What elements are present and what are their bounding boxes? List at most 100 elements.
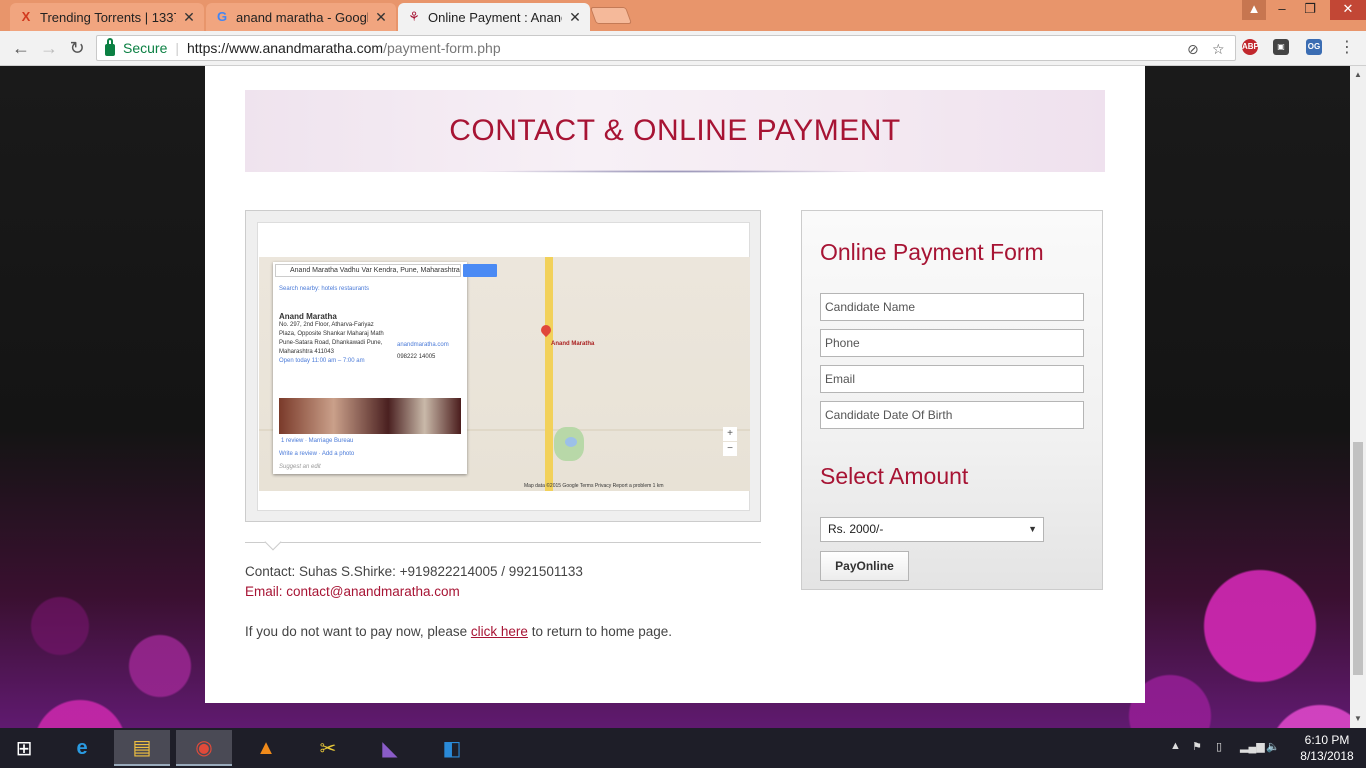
blocked-popup-icon[interactable]: ⊘: [1187, 41, 1199, 58]
map-zoom-out-icon[interactable]: −: [723, 442, 737, 456]
vlc-icon[interactable]: ▲: [238, 730, 294, 766]
map-review-link[interactable]: 1 review · Marriage Bureau: [281, 438, 353, 444]
map-attribution: Map data ©2015 Google Terms Privacy Repo…: [524, 483, 664, 489]
back-icon[interactable]: ←: [10, 37, 32, 59]
tab-online-payment[interactable]: ⚘ Online Payment : Anand M ✕: [398, 3, 590, 31]
url-separator: |: [175, 40, 179, 56]
tab-trending-torrents[interactable]: X Trending Torrents | 1337x ✕: [10, 3, 204, 31]
tools-icon[interactable]: ✂: [300, 730, 356, 766]
date-of-birth-input[interactable]: [820, 401, 1084, 429]
secure-label: Secure: [123, 40, 168, 56]
email-input[interactable]: [820, 365, 1084, 393]
show-hidden-icons-icon[interactable]: ▲: [1170, 740, 1181, 752]
divider-notch: [264, 533, 282, 551]
browser-toolbar: ← → ↻ Secure | https://www.anandmaratha.…: [0, 31, 1366, 66]
map-place-website[interactable]: anandmaratha.com: [397, 342, 449, 348]
window-close-icon[interactable]: ✕: [1330, 0, 1366, 20]
address-bar[interactable]: Secure | https://www.anandmaratha.com /p…: [96, 35, 1236, 61]
page-scrollbar[interactable]: ▲ ▼: [1350, 66, 1366, 728]
url-host: https://www.anandmaratha.com: [187, 40, 384, 56]
contact-email-line[interactable]: Email: contact@anandmaratha.com: [245, 584, 460, 599]
amount-selected-value: Rs. 2000/-: [828, 522, 884, 536]
device-icon[interactable]: ▯: [1216, 740, 1222, 753]
clock-time: 6:10 PM: [1304, 733, 1350, 747]
browser-tab-bar: X Trending Torrents | 1337x ✕ G anand ma…: [0, 0, 1366, 31]
extension-cast-icon[interactable]: ▣: [1273, 39, 1289, 55]
profile-icon[interactable]: ▲: [1242, 0, 1266, 20]
map-search-button[interactable]: [463, 264, 497, 277]
restore-icon[interactable]: ❐: [1296, 0, 1324, 20]
google-icon: G: [216, 9, 228, 24]
minimize-icon[interactable]: –: [1268, 0, 1296, 20]
amount-select[interactable]: Rs. 2000/- ▼: [820, 517, 1044, 542]
candidate-name-input[interactable]: [820, 293, 1084, 321]
lock-icon: [105, 38, 115, 56]
select-amount-title: Select Amount: [820, 463, 969, 489]
scroll-thumb[interactable]: [1353, 442, 1363, 675]
dropdown-caret-icon: ▼: [1028, 524, 1037, 534]
visual-studio-icon[interactable]: ◣: [362, 730, 418, 766]
return-text-before: If you do not want to pay now, please: [245, 624, 471, 639]
og-extension-icon[interactable]: OG: [1306, 39, 1322, 55]
map-place-card: Anand Maratha Vadhu Var Kendra, Pune, Ma…: [273, 262, 497, 474]
return-home-link[interactable]: click here: [471, 624, 528, 639]
page-viewport: CONTACT & ONLINE PAYMENT Anand Maratha V…: [0, 66, 1350, 728]
map-suggest-edit[interactable]: Suggest an edit: [279, 464, 321, 470]
clock-date: 8/13/2018: [1300, 749, 1354, 763]
contact-phone-line: Contact: Suhas S.Shirke: +919822214005 /…: [245, 564, 583, 579]
map-embed[interactable]: Anand Maratha Vadhu Var Kendra, Pune, Ma…: [257, 222, 750, 511]
new-tab-button[interactable]: [589, 7, 633, 24]
payment-form-title: Online Payment Form: [820, 239, 1044, 265]
file-explorer-icon[interactable]: ▤: [114, 730, 170, 766]
bookmark-star-icon[interactable]: ☆: [1212, 41, 1225, 58]
page-banner: CONTACT & ONLINE PAYMENT: [245, 90, 1105, 172]
action-center-icon[interactable]: ⚑: [1192, 740, 1202, 753]
windows-start-icon[interactable]: ⊞: [0, 730, 48, 766]
internet-explorer-icon[interactable]: e: [54, 730, 110, 766]
close-icon[interactable]: ✕: [374, 9, 388, 26]
return-text-after: to return to home page.: [527, 624, 673, 639]
map-zoom-in-icon[interactable]: +: [723, 427, 737, 441]
scroll-down-icon[interactable]: ▼: [1353, 714, 1363, 723]
map-frame: Anand Maratha Vadhu Var Kendra, Pune, Ma…: [245, 210, 761, 522]
network-signal-icon[interactable]: ▂▄▆: [1240, 740, 1265, 753]
vscode-icon[interactable]: ◧: [424, 730, 480, 766]
url-path: /payment-form.php: [383, 40, 501, 56]
payment-form: Online Payment Form Select Amount Rs. 20…: [801, 210, 1103, 590]
site-logo-icon: ⚘: [408, 9, 420, 24]
adblock-icon[interactable]: ABP: [1242, 39, 1259, 55]
map-search-input[interactable]: Anand Maratha Vadhu Var Kendra, Pune, Ma…: [275, 264, 461, 277]
banner-underline: [475, 170, 875, 173]
volume-icon[interactable]: 🔈: [1266, 740, 1280, 753]
google-map[interactable]: Anand Maratha Vadhu Var Kendra, Pune, Ma…: [259, 257, 750, 491]
map-pin-icon[interactable]: [538, 322, 554, 338]
tab-title: Trending Torrents | 1337x: [40, 9, 176, 25]
map-photos-strip[interactable]: [279, 398, 461, 434]
map-lake-area: [565, 437, 577, 447]
menu-icon[interactable]: ⋮: [1336, 37, 1358, 59]
pay-online-button[interactable]: PayOnline: [820, 551, 909, 581]
system-clock[interactable]: 6:10 PM 8/13/2018: [1294, 732, 1360, 764]
close-icon[interactable]: ✕: [568, 9, 582, 26]
reload-icon[interactable]: ↻: [66, 37, 88, 59]
return-home-line: If you do not want to pay now, please cl…: [245, 624, 672, 639]
map-search-nearby[interactable]: Search nearby: hotels restaurants: [279, 286, 369, 292]
x-icon: X: [21, 9, 31, 24]
map-place-hours: Open today 11:00 am – 7:00 am: [279, 358, 365, 364]
map-write-review[interactable]: Write a review · Add a photo: [279, 451, 354, 457]
section-divider: [245, 542, 761, 543]
map-place-phone: 098222 14005: [397, 354, 436, 360]
close-icon[interactable]: ✕: [182, 9, 196, 26]
forward-icon[interactable]: →: [38, 37, 60, 59]
tab-google-search[interactable]: G anand maratha - Google ✕: [206, 3, 396, 31]
windows-taskbar: ⊞ e ▤ ◉ ▲ ✂ ◣ ◧ ▲ ⚑ ▯ ▂▄▆ 🔈 6:10 PM 8/13…: [0, 728, 1366, 768]
map-place-name: Anand Maratha: [279, 312, 337, 321]
chrome-icon[interactable]: ◉: [176, 730, 232, 766]
page-content: CONTACT & ONLINE PAYMENT Anand Maratha V…: [205, 66, 1145, 703]
tab-title: anand maratha - Google: [236, 9, 368, 25]
map-place-info: Anand Maratha No. 297, 2nd Floor, Atharv…: [279, 312, 389, 366]
scroll-up-icon[interactable]: ▲: [1353, 70, 1363, 79]
page-title: CONTACT & ONLINE PAYMENT: [449, 114, 901, 147]
map-pin-label: Anand Maratha: [551, 341, 595, 347]
phone-input[interactable]: [820, 329, 1084, 357]
